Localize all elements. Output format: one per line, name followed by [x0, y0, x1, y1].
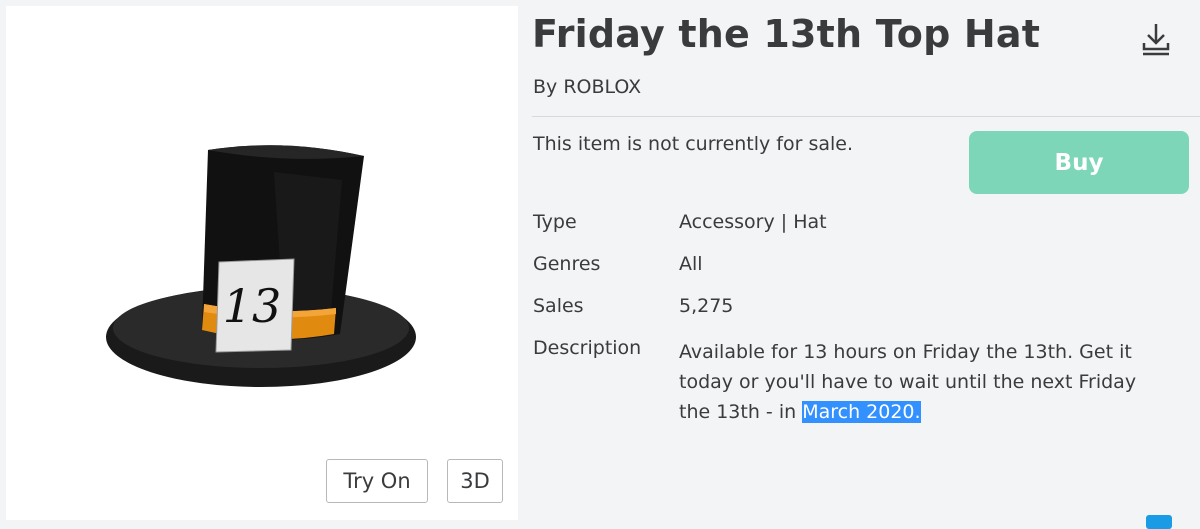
type-label: Type: [533, 211, 577, 233]
description-line-3-text: the 13th - in: [679, 401, 803, 423]
top-hat-image: 13: [106, 145, 416, 387]
description-line-1: Available for 13 hours on Friday the 13t…: [679, 341, 1132, 363]
creator-link[interactable]: ROBLOX: [563, 76, 641, 98]
description-line-3: the 13th - in March 2020.: [679, 397, 1179, 427]
description-text: Available for 13 hours on Friday the 13t…: [679, 337, 1179, 427]
buy-button[interactable]: Buy: [969, 131, 1189, 194]
item-creator-byline: By ROBLOX: [533, 76, 641, 98]
description-line-2: today or you'll have to wait until the n…: [679, 371, 1137, 393]
try-on-button[interactable]: Try On: [326, 459, 428, 503]
download-icon[interactable]: [1140, 22, 1172, 58]
selected-text-highlight: March 2020.: [802, 401, 921, 423]
divider: [532, 116, 1200, 117]
description-label: Description: [533, 337, 642, 359]
sales-value: 5,275: [679, 295, 734, 317]
corner-badge: [1146, 515, 1172, 529]
type-value[interactable]: Accessory | Hat: [679, 211, 827, 233]
hat-tag-number: 13: [223, 279, 282, 333]
by-prefix: By: [533, 76, 558, 98]
sales-label: Sales: [533, 295, 584, 317]
genres-value[interactable]: All: [679, 253, 703, 275]
genres-label: Genres: [533, 253, 601, 275]
item-thumbnail-panel: 13 Try On 3D: [6, 6, 518, 520]
hat-tag: 13: [215, 258, 295, 353]
view-3d-button[interactable]: 3D: [447, 459, 503, 503]
sale-status-text: This item is not currently for sale.: [533, 133, 854, 155]
item-title: Friday the 13th Top Hat: [532, 12, 1041, 56]
